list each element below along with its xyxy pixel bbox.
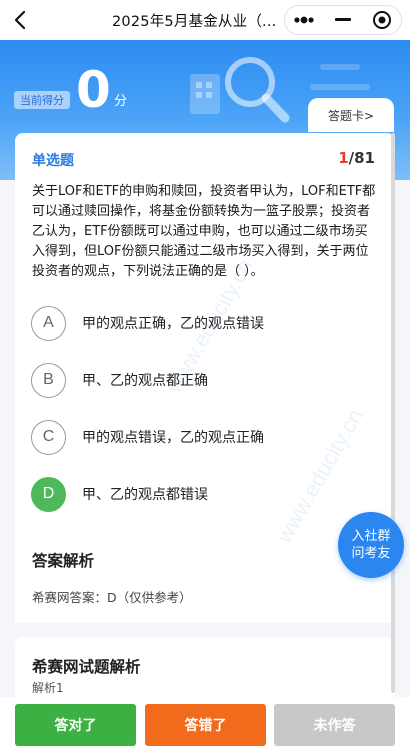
analysis-title: 答案解析 [32,552,95,570]
answered-wrong-button[interactable]: 答错了 [145,704,266,746]
option-text: 甲的观点正确，乙的观点错误 [82,316,264,332]
page-title: 2025年5月基金从业（... [112,14,277,30]
option-letter-selected: D [31,476,66,512]
answer-card-button[interactable]: 答题卡> [308,98,394,132]
question-type: 单选题 [32,153,74,169]
option-text: 甲、乙的观点都错误 [82,487,208,503]
option-letter: B [31,362,66,398]
score-value: 0 [76,61,111,119]
option-b[interactable]: B 甲、乙的观点都正确 [31,361,371,399]
option-letter: C [31,419,66,455]
question-progress: 1/81 [338,149,375,167]
join-group-line2: 问考友 [351,546,391,561]
explanation-card: 希赛网试题解析 解析1 [15,637,395,697]
option-text: 甲的观点错误，乙的观点正确 [82,430,264,446]
not-answered-button[interactable]: 未作答 [274,704,395,746]
answered-correct-button[interactable]: 答对了 [15,704,136,746]
bottom-action-bar: 答对了 答错了 未作答 [0,697,410,753]
option-d[interactable]: D 甲、乙的观点都错误 [31,475,371,513]
question-text: 关于LOF和ETF的申购和赎回，投资者甲认为，LOF和ETF都可以通过赎回操作，… [32,184,376,279]
option-c[interactable]: C 甲的观点错误，乙的观点正确 [31,418,371,456]
scrollbar[interactable] [391,133,395,693]
explanation-title: 希赛网试题解析 [32,658,141,676]
back-icon[interactable] [10,8,32,32]
more-icon[interactable] [285,5,324,35]
option-text: 甲、乙的观点都正确 [82,373,208,389]
nav-bar: 2025年5月基金从业（... [0,0,410,40]
minimize-icon[interactable] [324,5,363,35]
mini-program-capsule [284,5,402,35]
score-unit: 分 [114,94,128,109]
current-question-number: 1 [338,149,349,167]
option-a[interactable]: A 甲的观点正确，乙的观点错误 [31,304,371,342]
option-letter: A [31,305,66,341]
close-icon[interactable] [362,5,401,35]
join-group-button[interactable]: 入社群 问考友 [338,512,404,578]
join-group-line1: 入社群 [351,529,391,544]
analysis-answer: 希赛网答案：D（仅供参考） [32,590,192,605]
total-questions: /81 [348,149,375,167]
score-label: 当前得分 [14,91,70,109]
explanation-subtitle: 解析1 [32,681,64,695]
